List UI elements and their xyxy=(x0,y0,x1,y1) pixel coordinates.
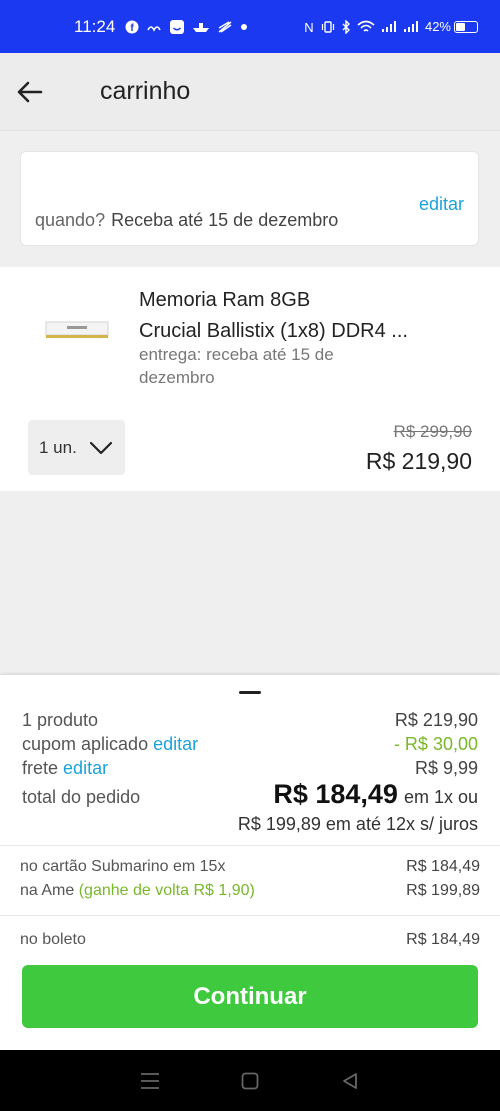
product-image[interactable] xyxy=(45,320,109,340)
home-square-icon xyxy=(241,1072,259,1089)
items-value: R$ 219,90 xyxy=(394,710,478,730)
notification-icons: f xyxy=(125,19,248,35)
shipping-label: frete xyxy=(22,758,59,778)
battery-icon xyxy=(454,20,478,33)
system-icons: N 42% xyxy=(303,19,478,34)
vibrate-icon xyxy=(321,20,335,33)
svg-text:N: N xyxy=(304,20,313,34)
installments-text: R$ 199,89 em até 12x s/ juros xyxy=(237,814,478,834)
recents-button[interactable] xyxy=(130,1061,170,1101)
total-value: R$ 184,49 xyxy=(273,779,398,809)
back-nav-button[interactable] xyxy=(330,1061,370,1101)
quantity-value: 1 un. xyxy=(39,437,77,457)
arrow-left-icon xyxy=(17,81,43,102)
chevron-down-icon xyxy=(89,441,113,455)
battery-indicator: 42% xyxy=(425,19,478,34)
card-value: R$ 184,49 xyxy=(406,858,480,875)
product-eta-line1: entrega: receba até 15 de xyxy=(139,345,334,364)
delivery-when-label: quando? xyxy=(35,210,106,230)
boleto-label: no boleto xyxy=(20,931,86,948)
ame-cashback: (ganhe de volta R$ 1,90) xyxy=(78,882,255,899)
page-title: carrinho xyxy=(100,77,191,105)
delivery-when-value: Receba até 15 de dezembro xyxy=(111,210,339,230)
signal-icon xyxy=(381,20,396,32)
quantity-select[interactable]: 1 un. xyxy=(28,420,125,475)
app-bar: carrinho xyxy=(0,53,500,131)
nfc-icon: N xyxy=(304,20,313,34)
payment-ame-row: na Ame (ganhe de volta R$ 1,90) R$ 199,8… xyxy=(20,882,480,900)
summary-shipping-row: frete editar R$ 9,99 xyxy=(22,758,478,779)
card-label: no cartão Submarino em 15x xyxy=(20,858,226,875)
summary-items-row: 1 produto R$ 219,90 xyxy=(22,710,478,731)
home-button[interactable] xyxy=(230,1061,270,1101)
status-bar: 11:24 f N 42% xyxy=(0,0,500,53)
edit-coupon-link[interactable]: editar xyxy=(153,734,198,754)
divider xyxy=(0,845,500,846)
product-name-line1: Memoria Ram 8GB xyxy=(139,289,311,311)
product-old-price: R$ 299,90 xyxy=(393,422,472,441)
flag-icon xyxy=(218,20,232,33)
sheet-drag-handle[interactable] xyxy=(239,691,261,694)
boat-icon xyxy=(193,22,210,32)
facebook-icon: f xyxy=(125,20,139,34)
continue-button[interactable]: Continuar xyxy=(22,965,478,1028)
menu-icon xyxy=(141,1072,159,1089)
product-price: R$ 219,90 xyxy=(365,448,472,474)
shipping-value: R$ 9,99 xyxy=(414,758,478,778)
order-summary-sheet: 1 produto R$ 219,90 cupom aplicado edita… xyxy=(0,675,500,1050)
boleto-value: R$ 184,49 xyxy=(406,931,480,948)
payment-card-row: no cartão Submarino em 15x R$ 184,49 xyxy=(20,858,480,876)
items-label: 1 produto xyxy=(22,710,99,730)
battery-percent: 42% xyxy=(424,19,451,34)
product-delivery-eta: entrega: receba até 15 de dezembro xyxy=(139,343,459,389)
smile-icon xyxy=(170,19,185,34)
edit-shipping-link[interactable]: editar xyxy=(63,758,108,778)
back-triangle-icon xyxy=(343,1072,357,1089)
wifi-icon xyxy=(357,20,375,32)
status-time: 11:24 xyxy=(74,16,116,36)
back-button[interactable] xyxy=(0,53,60,131)
product-eta-line2: dezembro xyxy=(139,368,215,387)
ame-value: R$ 199,89 xyxy=(406,882,480,899)
delivery-when: quando? Receba até 15 de dezembro xyxy=(35,210,338,231)
edit-delivery-link[interactable]: editar xyxy=(419,194,464,215)
total-label: total do pedido xyxy=(22,787,141,807)
whatsapp-like-icon xyxy=(147,25,161,32)
cart-item: Memoria Ram 8GB Crucial Ballistix (1x8) … xyxy=(0,267,500,491)
coupon-label: cupom aplicado xyxy=(22,734,149,754)
dot-icon xyxy=(241,23,248,30)
system-nav-bar xyxy=(0,1050,500,1111)
total-suffix: em 1x ou xyxy=(403,787,478,807)
divider xyxy=(0,915,500,916)
product-name[interactable]: Memoria Ram 8GB Crucial Ballistix (1x8) … xyxy=(139,285,459,347)
delivery-card: editar quando? Receba até 15 de dezembro xyxy=(20,151,479,246)
coupon-value: - R$ 30,00 xyxy=(393,734,478,754)
ame-label: na Ame xyxy=(20,882,75,899)
summary-coupon-row: cupom aplicado editar - R$ 30,00 xyxy=(22,734,478,755)
summary-total-row: total do pedido R$ 184,49 em 1x ou xyxy=(22,779,478,810)
payment-boleto-row: no boleto R$ 184,49 xyxy=(20,931,480,949)
bluetooth-icon xyxy=(342,19,350,34)
signal-icon xyxy=(403,20,418,32)
